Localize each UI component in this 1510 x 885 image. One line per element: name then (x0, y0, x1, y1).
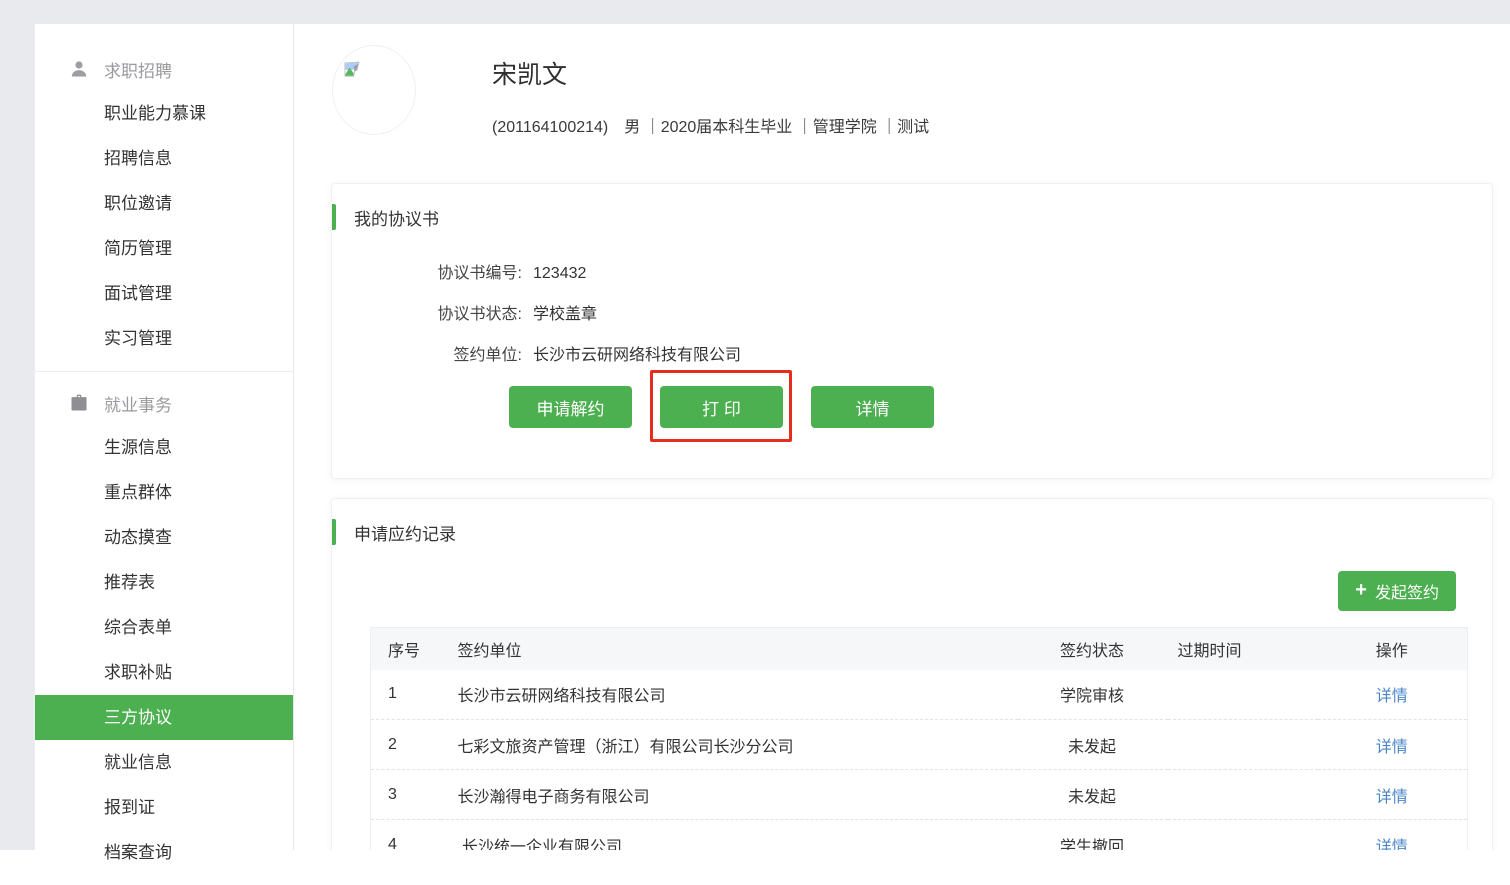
table-row: 1 长沙市云研网络科技有限公司 学院审核 详情 (371, 670, 1468, 720)
cancel-agreement-button[interactable]: 申请解约 (509, 386, 632, 428)
initiate-signing-button[interactable]: + 发起签约 (1338, 571, 1456, 611)
student-profile-header: 宋凯文 (201164100214) 男 ｜2020届本科生毕业 ｜管理学院 ｜… (332, 45, 1510, 158)
plus-icon: + (1355, 580, 1367, 600)
cell-expire (1168, 670, 1318, 720)
agreement-company-field: 签约单位: 长沙市云研网络科技有限公司 (332, 345, 1492, 367)
cell-no: 2 (371, 720, 441, 770)
green-accent-bar (332, 519, 336, 545)
sidebar-item-resume[interactable]: 简历管理 (35, 226, 293, 271)
cell-expire (1168, 820, 1318, 851)
cell-status: 未发起 (1018, 770, 1168, 820)
print-button-wrap: 打 印 (660, 386, 783, 428)
application-records-card: 申请应约记录 + 发起签约 序号 签约单位 签约状态 过期时间 操作 1 长沙市… (331, 498, 1493, 850)
records-title-text: 申请应约记录 (354, 520, 456, 545)
student-meta: (201164100214) 男 ｜2020届本科生毕业 ｜管理学院 ｜测试 (492, 113, 929, 137)
main-content: 宋凯文 (201164100214) 男 ｜2020届本科生毕业 ｜管理学院 ｜… (295, 24, 1510, 850)
agreement-buttons-row: 申请解约 打 印 详情 (332, 386, 1492, 428)
cell-expire (1168, 720, 1318, 770)
sidebar-item-source-info[interactable]: 生源信息 (35, 425, 293, 470)
row-detail-link[interactable]: 详情 (1376, 739, 1408, 756)
table-header-row: 序号 签约单位 签约状态 过期时间 操作 (371, 628, 1468, 670)
window-top-strip (0, 0, 1510, 24)
table-row: 4 .长沙统一企业有限公司 学生撤回 详情 (371, 820, 1468, 851)
agreement-detail-button[interactable]: 详情 (811, 386, 934, 428)
sidebar-section-jobseek: 求职招聘 职业能力慕课 招聘信息 职位邀请 简历管理 面试管理 实习管理 (35, 24, 293, 371)
row-detail-link[interactable]: 详情 (1376, 688, 1408, 705)
page-left-gutter (0, 24, 34, 850)
sidebar-item-internship[interactable]: 实习管理 (35, 316, 293, 361)
sidebar-item-position-invite[interactable]: 职位邀请 (35, 181, 293, 226)
agreement-status-value: 学校盖章 (533, 304, 597, 326)
cell-expire (1168, 770, 1318, 820)
sidebar-section-label: 就业事务 (104, 391, 172, 416)
agreement-title-text: 我的协议书 (354, 205, 439, 230)
sidebar-item-mooc[interactable]: 职业能力慕课 (35, 91, 293, 136)
briefcase-icon (69, 393, 89, 413)
cell-no: 3 (371, 770, 441, 820)
agreement-status-field: 协议书状态: 学校盖章 (332, 304, 1492, 326)
col-header-expire: 过期时间 (1168, 628, 1318, 670)
table-row: 2 七彩文旅资产管理（浙江）有限公司长沙分公司 未发起 详情 (371, 720, 1468, 770)
table-row: 3 长沙瀚得电子商务有限公司 未发起 详情 (371, 770, 1468, 820)
sidebar-item-recruit-info[interactable]: 招聘信息 (35, 136, 293, 181)
sidebar: 求职招聘 职业能力慕课 招聘信息 职位邀请 简历管理 面试管理 实习管理 就业事… (34, 24, 294, 850)
cell-status: 学生撤回 (1018, 820, 1168, 851)
cell-no: 4 (371, 820, 441, 851)
cell-company: .长沙统一企业有限公司 (441, 820, 1018, 851)
sidebar-item-key-groups[interactable]: 重点群体 (35, 470, 293, 515)
cell-company: 七彩文旅资产管理（浙江）有限公司长沙分公司 (441, 720, 1018, 770)
sidebar-header-employment: 就业事务 (35, 381, 293, 425)
records-section-title: 申请应约记录 (332, 499, 1492, 545)
agreement-number-field: 协议书编号: 123432 (332, 263, 1492, 285)
student-name: 宋凯文 (492, 55, 567, 91)
sidebar-item-recommend-form[interactable]: 推荐表 (35, 560, 293, 605)
cell-company: 长沙市云研网络科技有限公司 (441, 670, 1018, 720)
sidebar-item-composite-form[interactable]: 综合表单 (35, 605, 293, 650)
col-header-company: 签约单位 (441, 628, 1018, 670)
row-detail-link[interactable]: 详情 (1376, 839, 1408, 851)
sidebar-item-interview[interactable]: 面试管理 (35, 271, 293, 316)
col-header-action: 操作 (1318, 628, 1468, 670)
sidebar-header-jobseek: 求职招聘 (35, 47, 293, 91)
agreement-fields: 协议书编号: 123432 协议书状态: 学校盖章 签约单位: 长沙市云研网络科… (332, 263, 1492, 367)
sidebar-item-archive-query[interactable]: 档案查询 (35, 830, 293, 875)
my-agreement-card: 我的协议书 协议书编号: 123432 协议书状态: 学校盖章 签约单位: 长沙… (331, 183, 1493, 479)
sidebar-item-employment-info[interactable]: 就业信息 (35, 740, 293, 785)
field-label: 协议书状态: (332, 304, 522, 326)
cell-no: 1 (371, 670, 441, 720)
cell-company: 长沙瀚得电子商务有限公司 (441, 770, 1018, 820)
avatar (332, 45, 416, 135)
field-label: 签约单位: (332, 345, 522, 367)
green-accent-bar (332, 204, 336, 230)
agreement-section-title: 我的协议书 (332, 184, 1492, 230)
broken-image-icon (342, 60, 362, 80)
sidebar-item-dynamic-survey[interactable]: 动态摸查 (35, 515, 293, 560)
sidebar-item-job-subsidy[interactable]: 求职补贴 (35, 650, 293, 695)
col-header-status: 签约状态 (1018, 628, 1168, 670)
agreement-number-value: 123432 (533, 263, 586, 285)
records-table: 序号 签约单位 签约状态 过期时间 操作 1 长沙市云研网络科技有限公司 学院审… (370, 627, 1468, 850)
row-detail-link[interactable]: 详情 (1376, 789, 1408, 806)
user-icon (69, 59, 89, 79)
cell-status: 未发起 (1018, 720, 1168, 770)
initiate-signing-label: 发起签约 (1375, 579, 1439, 603)
print-button[interactable]: 打 印 (660, 386, 783, 428)
sidebar-item-registration-card[interactable]: 报到证 (35, 785, 293, 830)
sidebar-item-tripartite-agreement[interactable]: 三方协议 (35, 695, 293, 740)
sidebar-section-label: 求职招聘 (104, 57, 172, 82)
sidebar-section-employment: 就业事务 生源信息 重点群体 动态摸查 推荐表 综合表单 求职补贴 三方协议 就… (35, 371, 293, 885)
col-header-no: 序号 (371, 628, 441, 670)
cell-status: 学院审核 (1018, 670, 1168, 720)
field-label: 协议书编号: (332, 263, 522, 285)
agreement-company-value: 长沙市云研网络科技有限公司 (533, 345, 741, 367)
